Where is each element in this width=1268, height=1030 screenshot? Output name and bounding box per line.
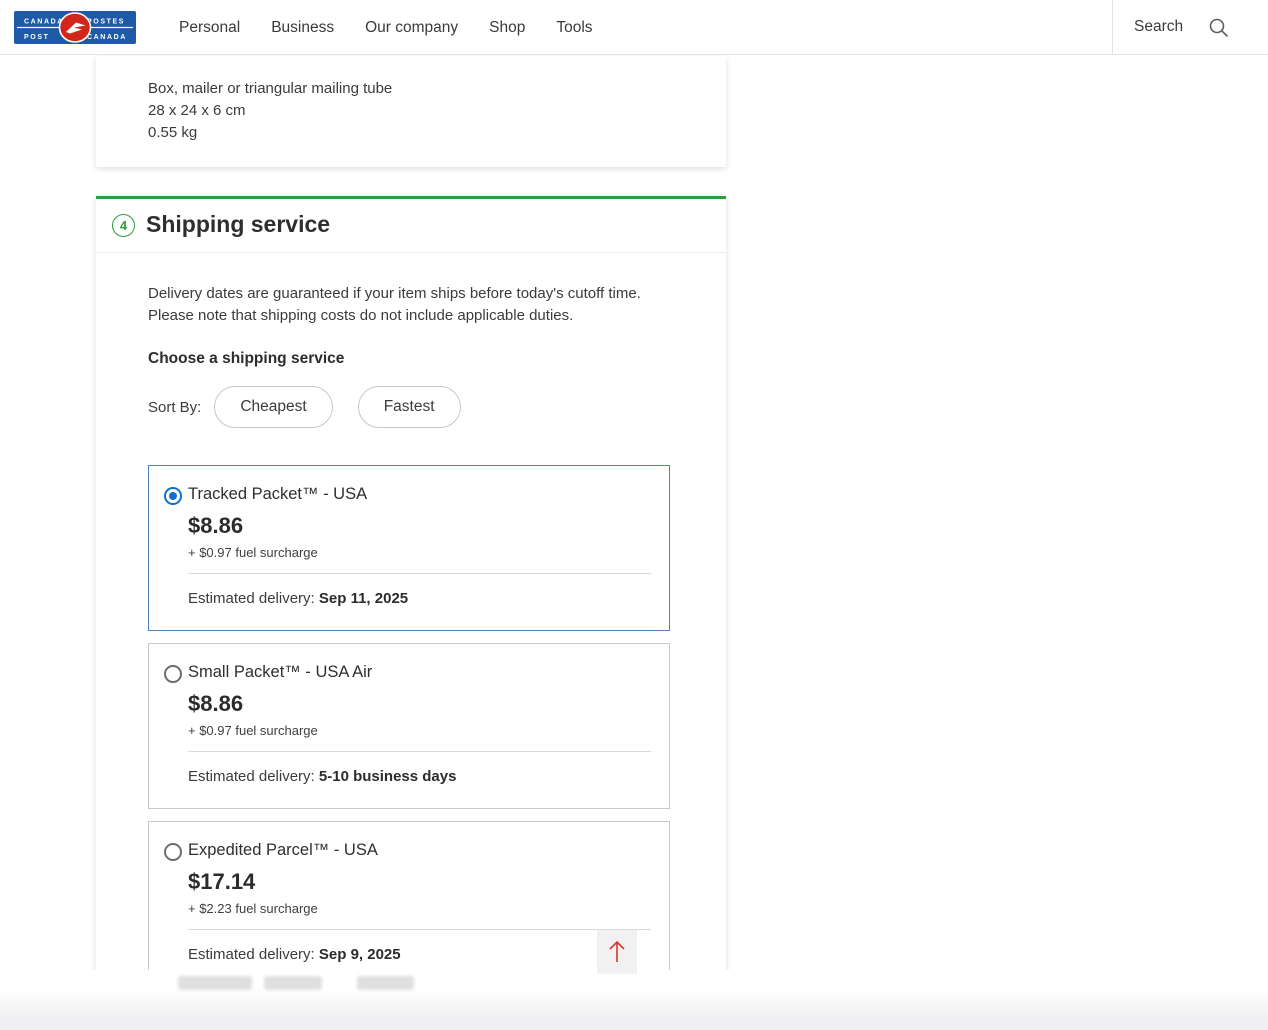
shipping-service-section: 4 Shipping service Delivery dates are gu… <box>96 196 726 972</box>
service-price: $17.14 <box>188 869 651 895</box>
shipping-service-header: 4 Shipping service <box>96 199 726 253</box>
nav-item-shop[interactable]: Shop <box>489 19 525 37</box>
top-navigation-bar: CANADA POST POSTES CANADA Personal Busin… <box>0 0 1268 55</box>
sort-controls: Sort By: Cheapest Fastest <box>148 386 670 428</box>
package-type: Box, mailer or triangular mailing tube <box>148 78 686 100</box>
estimated-delivery-value: 5-10 business days <box>319 768 457 785</box>
page: CANADA POST POSTES CANADA Personal Busin… <box>0 0 1268 1030</box>
svg-text:CANADA: CANADA <box>87 34 127 41</box>
estimated-delivery: Estimated delivery: Sep 11, 2025 <box>188 590 651 607</box>
estimated-delivery-value: Sep 11, 2025 <box>319 590 408 607</box>
radio-button[interactable] <box>164 665 182 683</box>
service-name: Expedited Parcel™ - USA <box>188 841 651 860</box>
estimated-delivery-label: Estimated delivery: <box>188 768 315 785</box>
package-dimensions: 28 x 24 x 6 cm <box>148 100 686 122</box>
svg-text:POST: POST <box>24 34 49 41</box>
svg-text:CANADA: CANADA <box>24 19 64 26</box>
search-icon[interactable] <box>1207 16 1231 40</box>
card-divider <box>188 573 651 574</box>
nav-item-tools[interactable]: Tools <box>556 19 592 37</box>
package-summary-card: Box, mailer or triangular mailing tube 2… <box>96 56 726 167</box>
service-option-tracked-packet-usa[interactable]: Tracked Packet™ - USA $8.86 + $0.97 fuel… <box>148 465 670 631</box>
canada-post-logo-icon: CANADA POST POSTES CANADA <box>14 11 136 44</box>
service-price: $8.86 <box>188 513 651 539</box>
sort-fastest-button[interactable]: Fastest <box>358 386 461 428</box>
nav-item-our-company[interactable]: Our company <box>365 19 458 37</box>
sort-by-label: Sort By: <box>148 399 201 416</box>
fuel-surcharge: + $0.97 fuel surcharge <box>188 545 651 560</box>
estimated-delivery: Estimated delivery: Sep 9, 2025 <box>188 946 651 963</box>
svg-text:POSTES: POSTES <box>87 19 125 26</box>
service-options-list: Tracked Packet™ - USA $8.86 + $0.97 fuel… <box>148 465 670 1013</box>
fuel-surcharge: + $0.97 fuel surcharge <box>188 723 651 738</box>
sort-cheapest-button[interactable]: Cheapest <box>214 386 332 428</box>
fuel-surcharge: + $2.23 fuel surcharge <box>188 901 651 916</box>
estimated-delivery-label: Estimated delivery: <box>188 590 315 607</box>
header-divider <box>1112 0 1113 54</box>
radio-button[interactable] <box>164 487 182 505</box>
service-price: $8.86 <box>188 691 651 717</box>
back-to-top-button[interactable] <box>597 930 637 974</box>
card-divider <box>188 751 651 752</box>
main-nav: Personal Business Our company Shop Tools <box>179 0 593 55</box>
shipping-service-body: Delivery dates are guaranteed if your it… <box>96 253 726 1013</box>
radio-button[interactable] <box>164 843 182 861</box>
canada-post-logo[interactable]: CANADA POST POSTES CANADA <box>14 11 136 44</box>
step-number-badge: 4 <box>112 214 135 237</box>
card-divider <box>188 929 651 930</box>
service-name: Small Packet™ - USA Air <box>188 663 651 682</box>
service-name: Tracked Packet™ - USA <box>188 485 651 504</box>
bottom-gray-bar <box>0 988 1268 1030</box>
nav-item-personal[interactable]: Personal <box>179 19 240 37</box>
nav-item-business[interactable]: Business <box>271 19 334 37</box>
delivery-guarantee-note: Delivery dates are guaranteed if your it… <box>148 283 670 326</box>
service-option-small-packet-usa-air[interactable]: Small Packet™ - USA Air $8.86 + $0.97 fu… <box>148 643 670 809</box>
package-weight: 0.55 kg <box>148 122 686 144</box>
estimated-delivery: Estimated delivery: 5-10 business days <box>188 768 651 785</box>
estimated-delivery-label: Estimated delivery: <box>188 946 315 963</box>
section-title: Shipping service <box>146 211 330 238</box>
estimated-delivery-value: Sep 9, 2025 <box>319 946 401 963</box>
search-link[interactable]: Search <box>1134 18 1183 36</box>
up-arrow-icon <box>603 936 631 969</box>
choose-service-heading: Choose a shipping service <box>148 350 670 368</box>
